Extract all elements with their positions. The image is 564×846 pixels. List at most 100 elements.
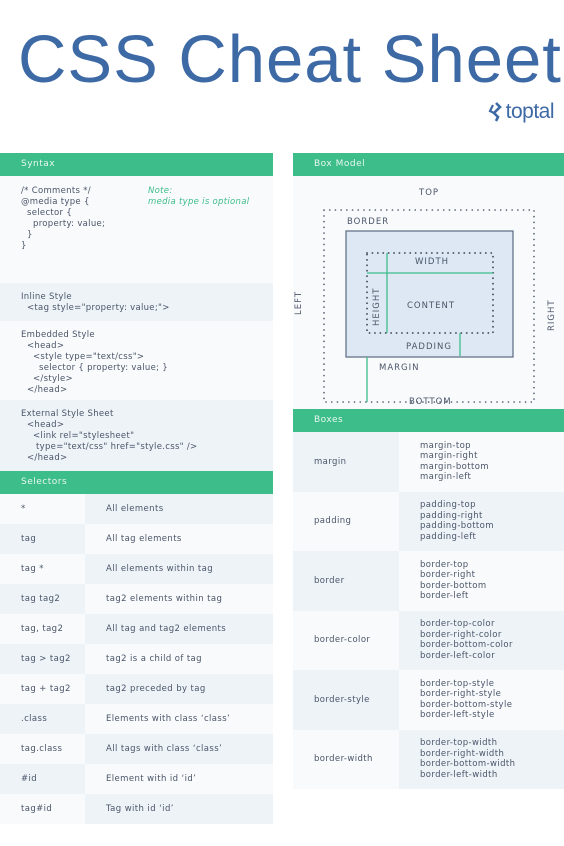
property-list: border-top-width border-right-width bord… <box>399 729 564 789</box>
table-row: tag, tag2 All tag and tag2 elements <box>0 614 273 644</box>
table-row: margin margin-top margin-right margin-bo… <box>293 432 564 492</box>
property-item: border-left-style <box>420 710 495 721</box>
right-column: Box Model TOP BOTTOM LEFT RIGHT BORDER W… <box>293 153 564 789</box>
property-item: border-right <box>420 570 476 581</box>
selector-cell: tag.class <box>0 734 85 764</box>
table-row: * All elements <box>0 494 273 524</box>
property-item: border-left-color <box>420 650 496 661</box>
section-header-selectors: Selectors <box>0 471 273 494</box>
property-list: border-top border-right border-bottom bo… <box>399 551 564 611</box>
property-item: padding-left <box>420 531 477 542</box>
selector-cell: tag, tag2 <box>0 614 85 644</box>
label-top: TOP <box>419 188 440 198</box>
property-item: border-bottom-color <box>420 640 513 651</box>
boxes-table: margin margin-top margin-right margin-bo… <box>293 432 564 789</box>
label-content: CONTENT <box>407 301 456 311</box>
label-padding: PADDING <box>406 342 452 352</box>
syntax-code: Embedded Style <head> <style type="text/… <box>21 330 168 395</box>
label-right: RIGHT <box>547 299 557 331</box>
description-cell: Tag with id ‘id’ <box>85 794 273 824</box>
table-row: border-style border-top-style border-rig… <box>293 670 564 730</box>
description-cell: All elements within tag <box>85 554 273 584</box>
property-name: padding <box>293 491 399 551</box>
label-border: BORDER <box>347 217 390 227</box>
selector-cell: .class <box>0 704 85 734</box>
table-row: padding padding-top padding-right paddin… <box>293 491 564 551</box>
table-row: tag * All elements within tag <box>0 554 273 584</box>
property-name: border-width <box>293 729 399 789</box>
table-row: border border-top border-right border-bo… <box>293 551 564 611</box>
property-item: margin-bottom <box>420 461 489 472</box>
table-row: border-width border-top-width border-rig… <box>293 729 564 789</box>
property-name: margin <box>293 432 399 492</box>
property-item: border-bottom-width <box>420 759 516 770</box>
label-height: HEIGHT <box>372 287 382 326</box>
left-column: Syntax /* Comments */ @media type { sele… <box>0 153 273 824</box>
syntax-block-external: External Style Sheet <head> <link rel="s… <box>0 400 273 471</box>
selector-cell: tag > tag2 <box>0 644 85 674</box>
table-row: border-color border-top-color border-rig… <box>293 610 564 670</box>
selector-cell: * <box>0 494 85 524</box>
property-item: border-bottom-style <box>420 699 513 710</box>
property-name: border <box>293 551 399 611</box>
property-item: border-top-color <box>420 619 495 630</box>
property-item: border-left <box>420 591 469 602</box>
description-cell: Element with id ‘id’ <box>85 764 273 794</box>
syntax-block-comments: /* Comments */ @media type { selector { … <box>0 176 273 283</box>
property-item: border-left-width <box>420 769 498 780</box>
property-list: border-top-color border-right-color bord… <box>399 610 564 670</box>
property-item: border-top-style <box>420 678 495 689</box>
section-header-syntax: Syntax <box>0 153 273 176</box>
table-row: tag All tag elements <box>0 524 273 554</box>
property-list: padding-top padding-right padding-bottom… <box>399 491 564 551</box>
property-list: margin-top margin-right margin-bottom ma… <box>399 432 564 492</box>
description-cell: tag2 preceded by tag <box>85 674 273 704</box>
section-header-boxes: Boxes <box>293 409 564 432</box>
table-row: tag + tag2 tag2 preceded by tag <box>0 674 273 704</box>
property-item: border-top-width <box>420 738 498 749</box>
brand-name: toptal <box>505 100 555 123</box>
selector-cell: tag <box>0 524 85 554</box>
syntax-block-inline: Inline Style <tag style="property: value… <box>0 283 273 321</box>
section-header-box-model: Box Model <box>293 153 564 176</box>
table-row: tag tag2 tag2 elements within tag <box>0 584 273 614</box>
property-item: border-right-style <box>420 689 502 700</box>
description-cell: tag2 is a child of tag <box>85 644 273 674</box>
label-width: WIDTH <box>415 257 450 267</box>
label-left: LEFT <box>294 290 304 315</box>
selector-cell: #id <box>0 764 85 794</box>
label-margin: MARGIN <box>379 363 420 373</box>
selector-cell: tag tag2 <box>0 584 85 614</box>
property-item: padding-right <box>420 510 483 521</box>
property-item: border-top <box>420 559 469 570</box>
table-row: #id Element with id ‘id’ <box>0 764 273 794</box>
property-item: padding-top <box>420 500 476 511</box>
property-item: border-right-color <box>420 629 502 640</box>
description-cell: Elements with class ‘class’ <box>85 704 273 734</box>
property-item: margin-right <box>420 451 478 462</box>
description-cell: All elements <box>85 494 273 524</box>
table-row: tag > tag2 tag2 is a child of tag <box>0 644 273 674</box>
property-item: border-bottom <box>420 580 487 591</box>
label-bottom: BOTTOM <box>409 397 452 407</box>
property-item: margin-top <box>420 440 471 451</box>
table-row: tag#id Tag with id ‘id’ <box>0 794 273 824</box>
box-model-diagram: TOP BOTTOM LEFT RIGHT BORDER WIDTH HEIGH… <box>293 176 564 409</box>
brand-logo: toptal <box>487 100 555 124</box>
selector-cell: tag#id <box>0 794 85 824</box>
description-cell: All tag and tag2 elements <box>85 614 273 644</box>
description-cell: tag2 elements within tag <box>85 584 273 614</box>
property-name: border-color <box>293 610 399 670</box>
table-row: .class Elements with class ‘class’ <box>0 704 273 734</box>
description-cell: All tag elements <box>85 524 273 554</box>
toptal-logo-icon <box>488 102 502 122</box>
property-list: border-top-style border-right-style bord… <box>399 670 564 730</box>
selector-cell: tag + tag2 <box>0 674 85 704</box>
syntax-block-embedded: Embedded Style <head> <style type="text/… <box>0 321 273 400</box>
page-title: CSS Cheat Sheet <box>18 22 562 97</box>
syntax-code: External Style Sheet <head> <link rel="s… <box>21 409 198 463</box>
selectors-table: * All elements tag All tag elements tag * A… <box>0 494 273 824</box>
selector-cell: tag * <box>0 554 85 584</box>
property-item: margin-left <box>420 472 472 483</box>
syntax-note: Note: media type is optional <box>148 186 250 207</box>
